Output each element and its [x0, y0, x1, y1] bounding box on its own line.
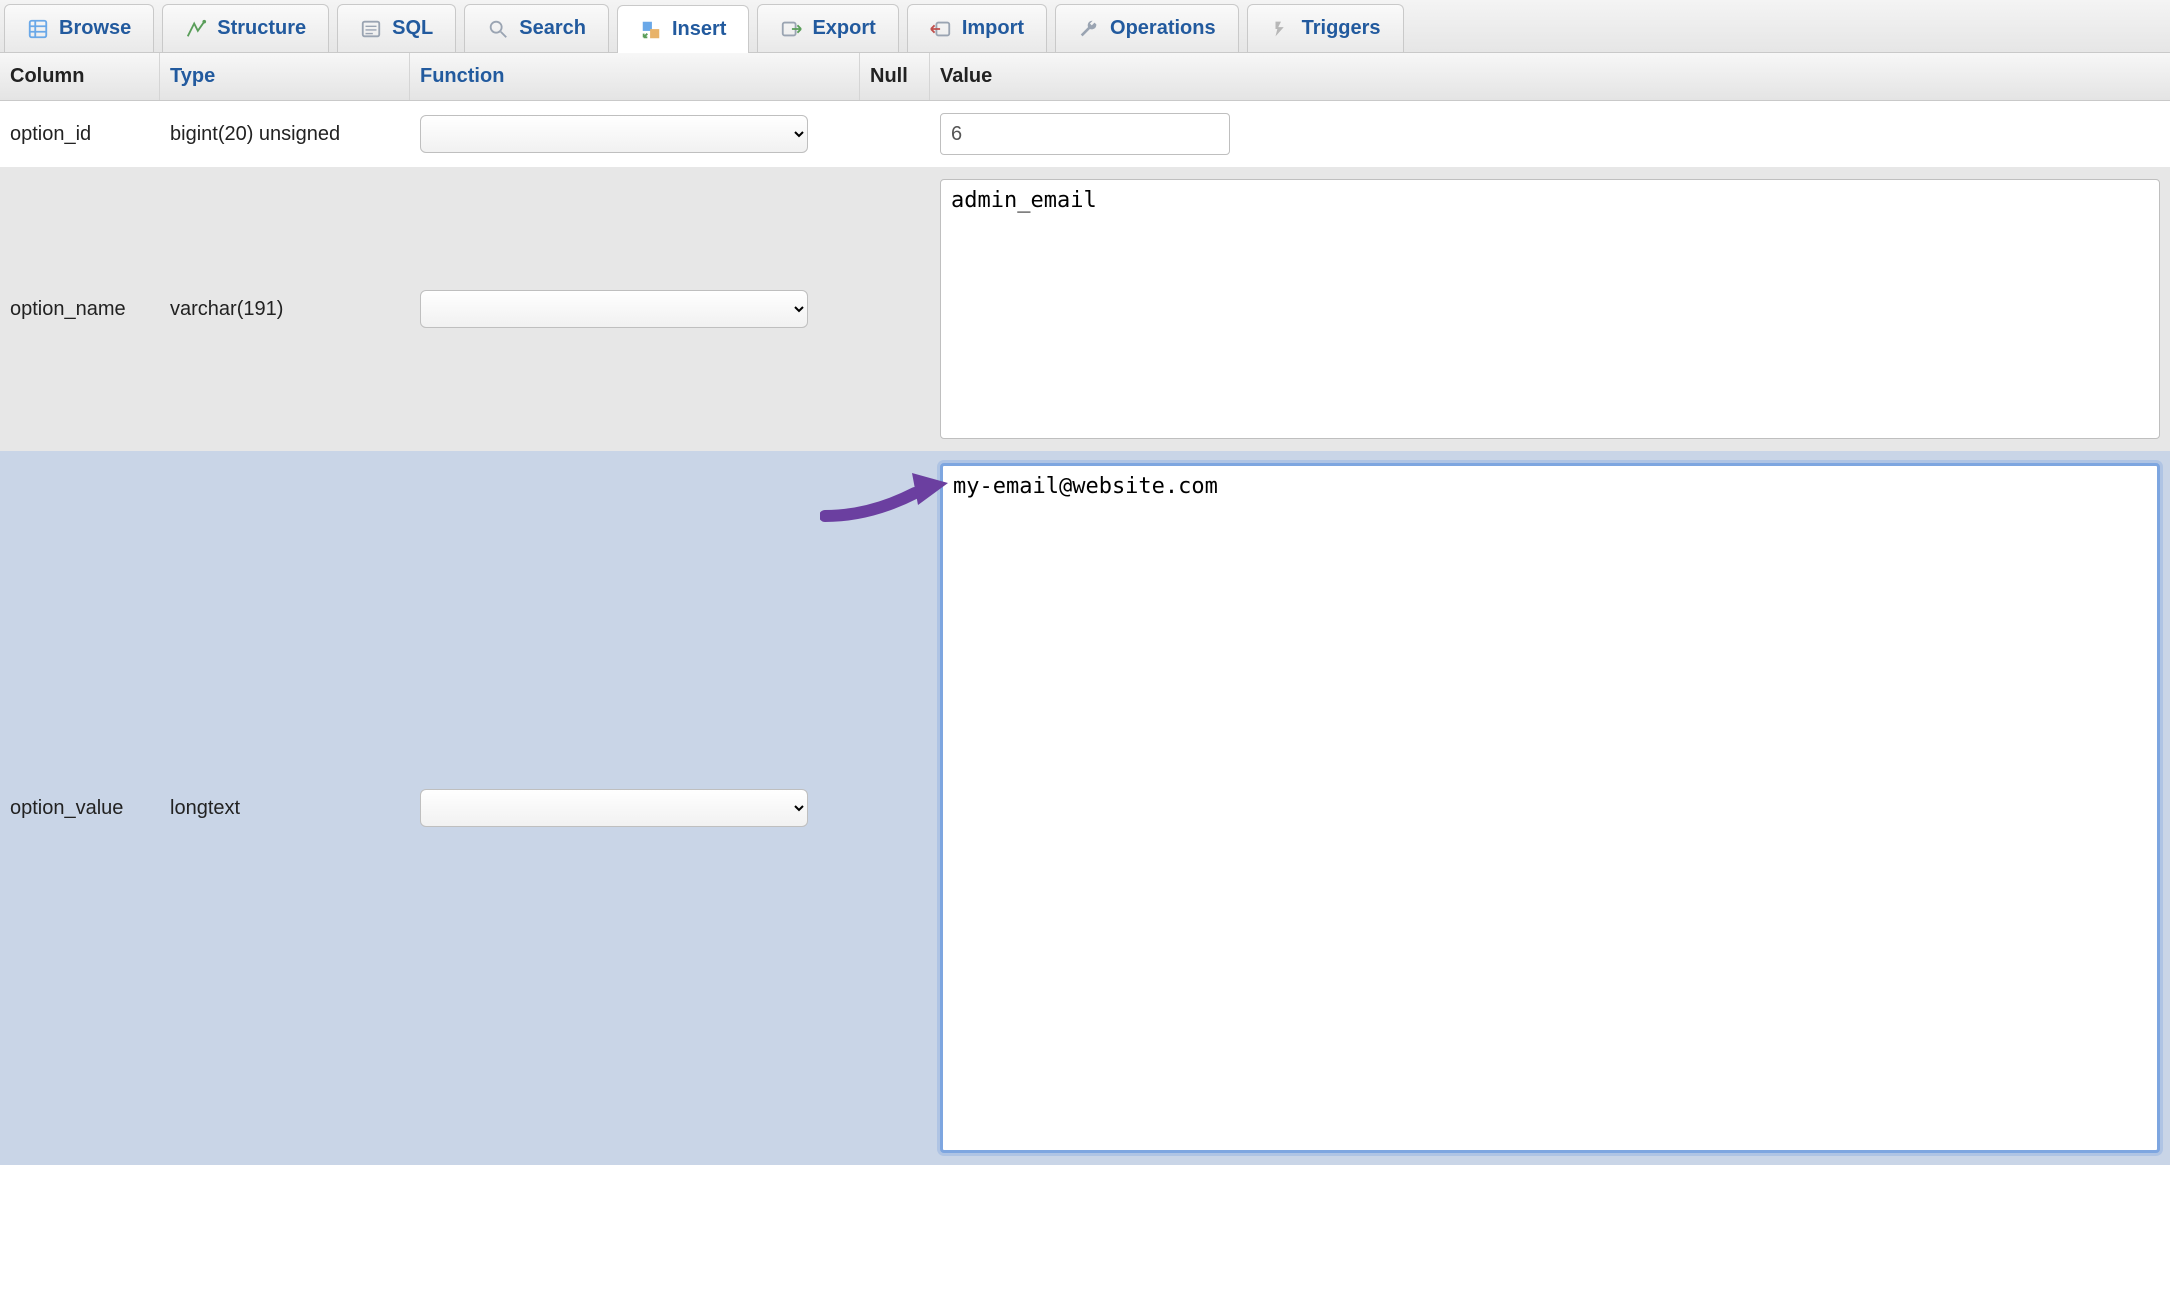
tab-label: Browse	[59, 17, 131, 40]
tab-label: Triggers	[1302, 17, 1381, 40]
header-type[interactable]: Type	[160, 53, 410, 100]
column-type: bigint(20) unsigned	[160, 113, 410, 156]
grid-header: Column Type Function Null Value	[0, 53, 2170, 101]
tab-structure[interactable]: Structure	[162, 4, 329, 52]
tab-operations[interactable]: Operations	[1055, 4, 1239, 52]
tab-label: Import	[962, 17, 1024, 40]
table-row: option_name varchar(191)	[0, 167, 2170, 451]
header-null: Null	[860, 53, 930, 100]
table-row: option_value longtext	[0, 451, 2170, 1165]
sql-icon	[360, 18, 382, 40]
column-type: longtext	[160, 787, 410, 830]
null-cell	[860, 124, 930, 144]
column-name: option_name	[0, 288, 160, 331]
function-select-option-name[interactable]	[420, 290, 808, 328]
insert-form: Column Type Function Null Value option_i…	[0, 53, 2170, 1165]
table-browse-icon	[27, 18, 49, 40]
null-cell	[860, 299, 930, 319]
function-select-option-id[interactable]	[420, 115, 808, 153]
tab-label: Export	[812, 17, 875, 40]
tab-label: Structure	[217, 17, 306, 40]
tab-export[interactable]: Export	[757, 4, 898, 52]
tab-insert[interactable]: Insert	[617, 5, 749, 53]
header-column: Column	[0, 53, 160, 100]
insert-icon	[640, 19, 662, 41]
tab-sql[interactable]: SQL	[337, 4, 456, 52]
tab-label: Insert	[672, 18, 726, 41]
column-name: option_value	[0, 787, 160, 830]
annotation-arrow-icon	[820, 471, 950, 531]
structure-icon	[185, 18, 207, 40]
column-name: option_id	[0, 113, 160, 156]
triggers-icon	[1270, 18, 1292, 40]
header-value: Value	[930, 53, 2170, 100]
import-icon	[930, 18, 952, 40]
function-select-option-value[interactable]	[420, 789, 808, 827]
wrench-icon	[1078, 18, 1100, 40]
tab-label: Search	[519, 17, 586, 40]
value-textarea-option-value[interactable]	[940, 463, 2160, 1153]
null-cell	[860, 798, 930, 818]
value-textarea-option-name[interactable]	[940, 179, 2160, 439]
tab-search[interactable]: Search	[464, 4, 609, 52]
tab-triggers[interactable]: Triggers	[1247, 4, 1404, 52]
tab-label: SQL	[392, 17, 433, 40]
column-type: varchar(191)	[160, 288, 410, 331]
export-icon	[780, 18, 802, 40]
tab-browse[interactable]: Browse	[4, 4, 154, 52]
table-row: option_id bigint(20) unsigned	[0, 101, 2170, 167]
value-input-option-id[interactable]	[940, 113, 1230, 155]
tab-import[interactable]: Import	[907, 4, 1047, 52]
header-function[interactable]: Function	[410, 53, 860, 100]
search-icon	[487, 18, 509, 40]
tab-bar: Browse Structure SQL Search Insert Expor…	[0, 0, 2170, 53]
tab-label: Operations	[1110, 17, 1216, 40]
